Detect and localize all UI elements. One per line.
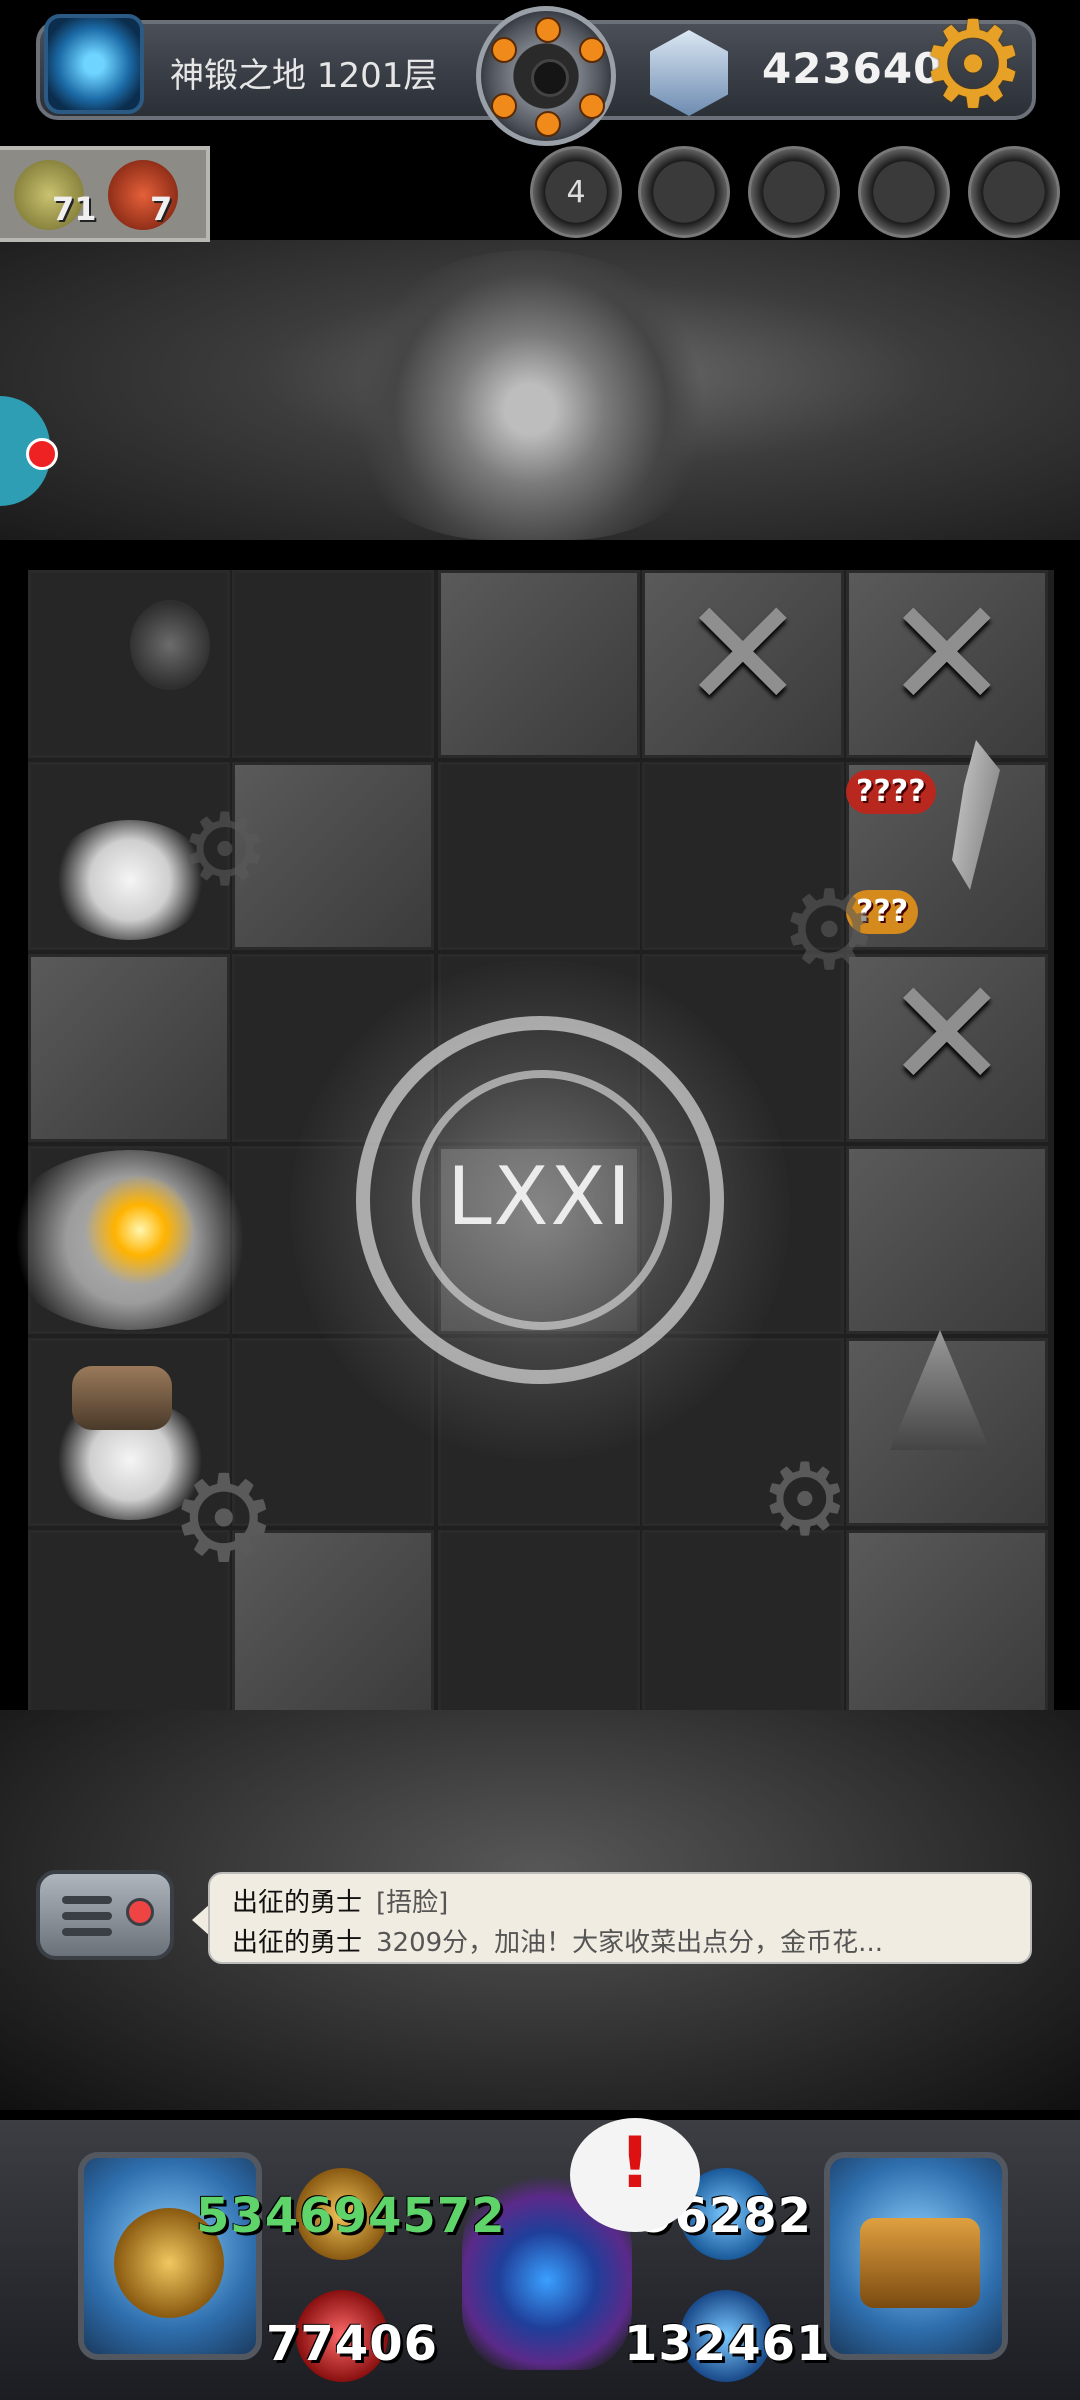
grid-tile[interactable] [438, 1530, 640, 1718]
gauntlet-item[interactable] [72, 1366, 172, 1430]
chat-icon-line [62, 1912, 112, 1920]
ability-monster-3[interactable] [858, 146, 950, 238]
grid-tile[interactable] [28, 954, 230, 1142]
chat-message: 3209分，加油！大家收菜出点分，金币花... [376, 1928, 883, 1958]
blocked-x-mark: ✕ [680, 568, 806, 742]
ability-monster-2[interactable] [748, 146, 840, 238]
portal-icon[interactable] [44, 14, 144, 114]
bomb-charge-dot [491, 93, 517, 119]
grid-tile[interactable] [846, 1530, 1048, 1718]
attack-spark [80, 1170, 200, 1290]
chat-message: [捂脸] [376, 1888, 449, 1918]
gear-decoration: ⚙ [180, 791, 270, 908]
gear-icon[interactable]: ⚙ [918, 6, 1028, 126]
bomb-charge-dot [491, 37, 517, 63]
gold-count: 423640 [762, 44, 944, 93]
chat-icon-dot [126, 1898, 154, 1926]
treasure-bag-icon [860, 2218, 980, 2308]
hero-portrait[interactable] [78, 2152, 262, 2360]
blocked-x-mark: ✕ [884, 948, 1010, 1122]
chat-line: 出征的勇士 3209分，加油！大家收菜出点分，金币花... [232, 1922, 883, 1959]
resource-count: 71 [52, 190, 97, 228]
grid-tile[interactable] [846, 1146, 1048, 1334]
chat-line: 出征的勇士 [捂脸] [232, 1882, 448, 1919]
bomb-charge-dot [579, 93, 605, 119]
grid-tile[interactable] [438, 570, 640, 758]
mana-value: 132461 [624, 2316, 831, 2372]
gear-decoration: ⚙ [760, 1441, 850, 1558]
bomb-charge-dot [535, 111, 561, 137]
bomb-icon[interactable] [476, 6, 616, 146]
level-numeral[interactable]: LXXI [360, 1150, 720, 1243]
grid-tile[interactable] [438, 762, 640, 950]
hp-value: 77406 [266, 2316, 438, 2372]
blocked-x-mark: ✕ [884, 568, 1010, 742]
bomb-charge-dot [535, 17, 561, 43]
inventory-portrait[interactable] [824, 2152, 1008, 2360]
floor-title: 神锻之地 1201层 [170, 56, 438, 96]
forge-machine [340, 250, 720, 540]
notification-dot [26, 438, 58, 470]
resource-count: 7 [150, 190, 173, 228]
gear-decoration: ⚙ [170, 1450, 278, 1589]
chat-icon-line [62, 1928, 112, 1936]
bomb-charge-dot [579, 37, 605, 63]
mystery-label: ???? [846, 770, 936, 814]
alert-icon: ! [619, 2122, 651, 2204]
bomb-core [531, 59, 569, 97]
ability-lightning[interactable]: 4 [530, 146, 622, 238]
chat-sender: 出征的勇士 [232, 1928, 363, 1958]
attack-value: 534694572 [196, 2188, 506, 2244]
resource-box[interactable]: 71 7 [0, 146, 210, 242]
ability-lightning-label: 4 [566, 175, 586, 210]
grid-tile[interactable] [232, 570, 434, 758]
chat-icon-line [62, 1896, 112, 1904]
chat-icon[interactable] [36, 1870, 174, 1960]
gear-decoration: ⚙ [780, 866, 879, 994]
chat-bubble[interactable]: 出征的勇士 [捂脸] 出征的勇士 3209分，加油！大家收菜出点分，金币花... [208, 1872, 1032, 1964]
chat-sender: 出征的勇士 [232, 1888, 363, 1918]
ability-monster-1[interactable] [638, 146, 730, 238]
ability-monster-4[interactable] [968, 146, 1060, 238]
fire-spirit [130, 600, 210, 690]
